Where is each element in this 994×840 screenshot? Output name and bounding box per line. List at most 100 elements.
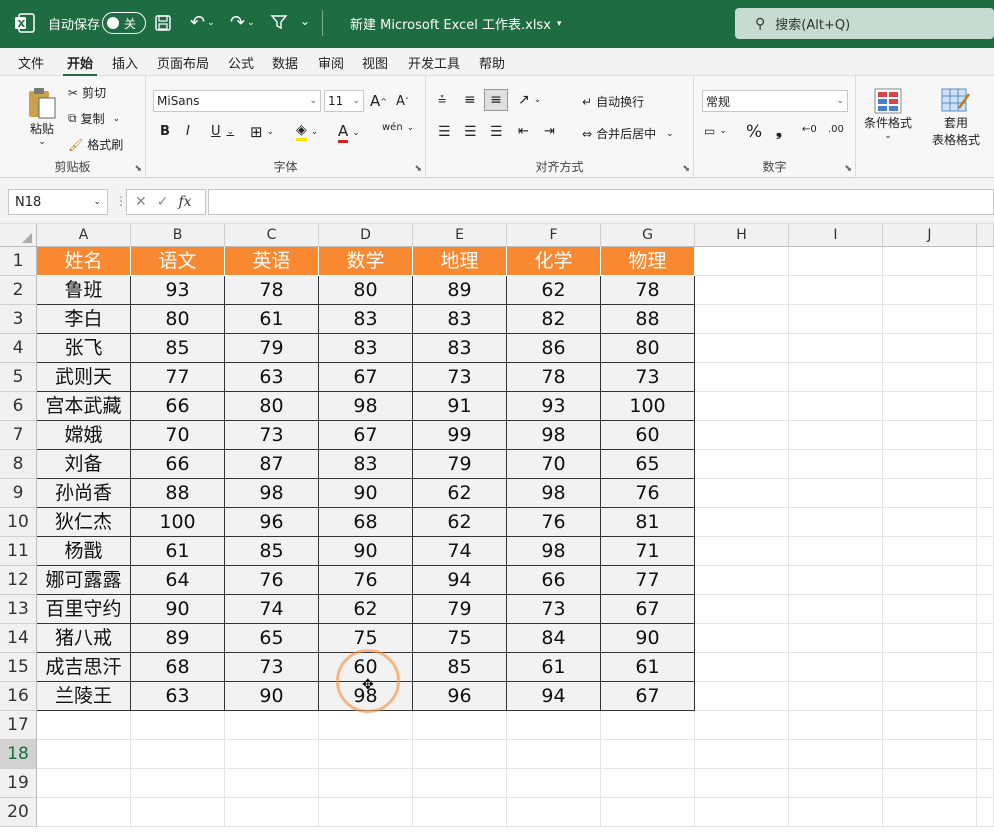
table-cell[interactable]: 62 bbox=[507, 276, 601, 305]
table-header-cell[interactable]: 语文 bbox=[131, 247, 225, 276]
table-cell[interactable]: 67 bbox=[601, 595, 695, 624]
dialog-launcher-icon[interactable]: ⬊ bbox=[844, 164, 852, 174]
empty-cell[interactable] bbox=[37, 740, 131, 769]
table-cell[interactable]: 73 bbox=[413, 363, 507, 392]
table-cell[interactable]: 94 bbox=[507, 682, 601, 711]
tab-file[interactable]: 文件 bbox=[14, 53, 48, 72]
tab-review[interactable]: 审阅 bbox=[314, 53, 348, 72]
table-cell[interactable]: 宫本武藏 bbox=[37, 392, 131, 421]
table-cell[interactable]: 96 bbox=[225, 508, 319, 537]
table-cell[interactable]: 66 bbox=[131, 450, 225, 479]
empty-cell[interactable] bbox=[789, 392, 883, 421]
empty-cell[interactable] bbox=[883, 363, 977, 392]
empty-cell[interactable] bbox=[695, 798, 789, 827]
table-cell[interactable]: 87 bbox=[225, 450, 319, 479]
row-header-17[interactable]: 17 bbox=[0, 711, 37, 740]
table-cell[interactable]: 89 bbox=[413, 276, 507, 305]
empty-cell[interactable] bbox=[977, 740, 994, 769]
table-cell[interactable]: 85 bbox=[413, 653, 507, 682]
empty-cell[interactable] bbox=[883, 595, 977, 624]
empty-cell[interactable] bbox=[977, 653, 994, 682]
table-cell[interactable]: 64 bbox=[131, 566, 225, 595]
empty-cell[interactable] bbox=[695, 653, 789, 682]
autosave-toggle[interactable]: 关 bbox=[102, 12, 146, 34]
row-header-11[interactable]: 11 bbox=[0, 537, 37, 566]
align-bottom-icon[interactable]: ≡ bbox=[484, 89, 508, 111]
border-button[interactable]: ⊞ ⌄ bbox=[250, 123, 274, 141]
column-header-d[interactable]: D bbox=[319, 224, 413, 247]
table-cell[interactable]: 81 bbox=[601, 508, 695, 537]
row-header-8[interactable]: 8 bbox=[0, 450, 37, 479]
table-cell[interactable]: 80 bbox=[225, 392, 319, 421]
table-cell[interactable]: 88 bbox=[601, 305, 695, 334]
empty-cell[interactable] bbox=[883, 276, 977, 305]
empty-cell[interactable] bbox=[131, 798, 225, 827]
empty-cell[interactable] bbox=[883, 392, 977, 421]
empty-cell[interactable] bbox=[883, 566, 977, 595]
table-header-cell[interactable]: 姓名 bbox=[37, 247, 131, 276]
tab-home[interactable]: 开始 bbox=[63, 53, 98, 77]
phonetic-button[interactable]: wén ⌄ bbox=[382, 122, 414, 133]
empty-cell[interactable] bbox=[507, 740, 601, 769]
table-cell[interactable]: 83 bbox=[319, 334, 413, 363]
empty-cell[interactable] bbox=[37, 769, 131, 798]
decrease-font-icon[interactable]: Aˇ bbox=[396, 94, 409, 109]
table-cell[interactable]: 61 bbox=[507, 653, 601, 682]
empty-cell[interactable] bbox=[977, 711, 994, 740]
table-cell[interactable]: 张飞 bbox=[37, 334, 131, 363]
table-cell[interactable]: 83 bbox=[319, 305, 413, 334]
table-cell[interactable]: 66 bbox=[507, 566, 601, 595]
empty-cell[interactable] bbox=[789, 247, 883, 276]
table-cell[interactable]: 73 bbox=[225, 421, 319, 450]
empty-cell[interactable] bbox=[37, 798, 131, 827]
table-cell[interactable]: 96 bbox=[413, 682, 507, 711]
empty-cell[interactable] bbox=[977, 479, 994, 508]
table-cell[interactable]: 79 bbox=[413, 450, 507, 479]
align-middle-icon[interactable]: ≡ bbox=[464, 92, 476, 108]
empty-cell[interactable] bbox=[695, 421, 789, 450]
empty-cell[interactable] bbox=[601, 711, 695, 740]
table-cell[interactable]: 98 bbox=[319, 392, 413, 421]
redo-icon[interactable]: ↷ ⌄ bbox=[230, 12, 255, 33]
align-right-icon[interactable]: ☰ bbox=[490, 124, 503, 140]
table-header-cell[interactable]: 化学 bbox=[507, 247, 601, 276]
font-color-button[interactable]: A ⌄ bbox=[338, 122, 360, 143]
empty-cell[interactable] bbox=[977, 682, 994, 711]
empty-cell[interactable] bbox=[883, 479, 977, 508]
empty-cell[interactable] bbox=[507, 711, 601, 740]
table-cell[interactable]: 94 bbox=[413, 566, 507, 595]
table-cell[interactable]: 98 bbox=[507, 479, 601, 508]
row-header-15[interactable]: 15 bbox=[0, 653, 37, 682]
bold-button[interactable]: B bbox=[160, 124, 170, 139]
table-cell[interactable]: 嫦娥 bbox=[37, 421, 131, 450]
empty-cell[interactable] bbox=[789, 334, 883, 363]
empty-cell[interactable] bbox=[977, 392, 994, 421]
decrease-decimal-icon[interactable]: .00 bbox=[828, 124, 844, 135]
empty-cell[interactable] bbox=[789, 740, 883, 769]
table-cell[interactable]: 70 bbox=[507, 450, 601, 479]
increase-font-icon[interactable]: A ^ bbox=[370, 92, 387, 110]
empty-cell[interactable] bbox=[225, 711, 319, 740]
fill-color-button[interactable]: ◈ ⌄ bbox=[296, 122, 318, 141]
tab-insert[interactable]: 插入 bbox=[108, 53, 142, 72]
table-cell[interactable]: 98 bbox=[225, 479, 319, 508]
empty-cell[interactable] bbox=[695, 566, 789, 595]
decrease-indent-icon[interactable]: ⇤ bbox=[518, 124, 529, 139]
table-cell[interactable]: 61 bbox=[225, 305, 319, 334]
empty-cell[interactable] bbox=[37, 711, 131, 740]
empty-cell[interactable] bbox=[695, 682, 789, 711]
table-cell[interactable]: 83 bbox=[413, 334, 507, 363]
table-cell[interactable]: 80 bbox=[319, 276, 413, 305]
font-size-combo[interactable]: 11 ⌄ bbox=[324, 90, 364, 112]
empty-cell[interactable] bbox=[789, 798, 883, 827]
empty-cell[interactable] bbox=[789, 450, 883, 479]
table-cell[interactable]: 67 bbox=[319, 363, 413, 392]
empty-cell[interactable] bbox=[883, 769, 977, 798]
row-header-9[interactable]: 9 bbox=[0, 479, 37, 508]
conditional-format-button[interactable]: 条件格式 ⌄ bbox=[864, 88, 912, 141]
empty-cell[interactable] bbox=[225, 740, 319, 769]
column-header-f[interactable]: F bbox=[507, 224, 601, 247]
table-cell[interactable]: 76 bbox=[319, 566, 413, 595]
table-cell[interactable]: 85 bbox=[131, 334, 225, 363]
empty-cell[interactable] bbox=[977, 537, 994, 566]
